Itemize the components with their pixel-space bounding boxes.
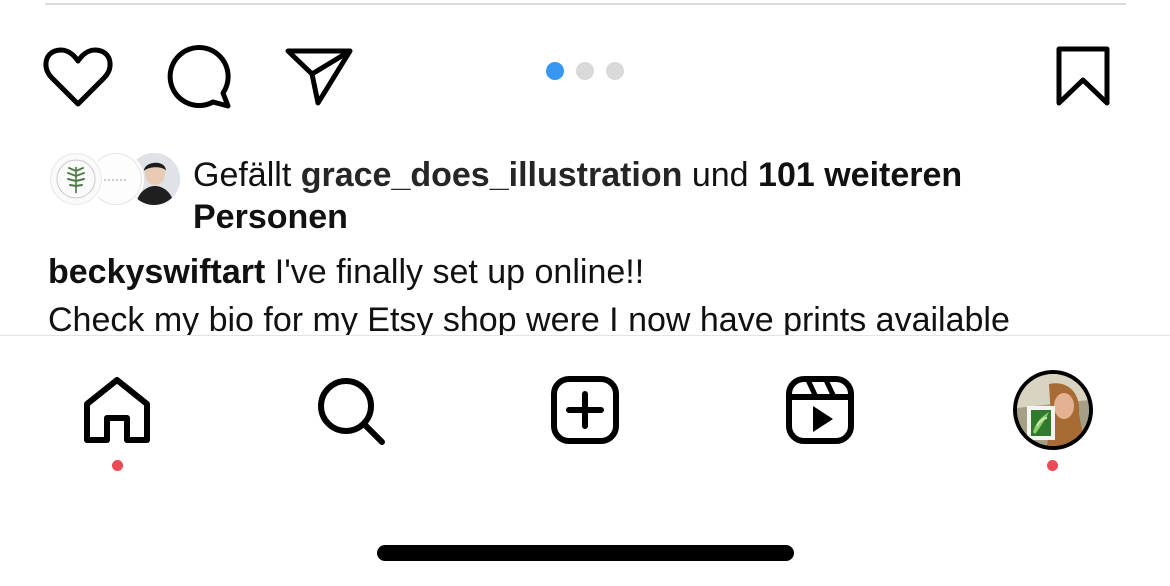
caption-line-2: Check my bio for my Etsy shop were I now… bbox=[48, 301, 1010, 339]
home-indicator[interactable] bbox=[377, 545, 794, 561]
caption-username[interactable]: beckyswiftart bbox=[48, 253, 265, 291]
likes-prefix: Gefällt bbox=[193, 156, 292, 194]
search-icon[interactable] bbox=[316, 378, 386, 446]
profile-notification-dot bbox=[1047, 460, 1058, 471]
caption-line-1: I've finally set up online!! bbox=[274, 253, 645, 291]
carousel-dot-active bbox=[546, 62, 564, 80]
carousel-indicator bbox=[546, 62, 624, 80]
likes-connector: und bbox=[691, 156, 749, 194]
bookmark-icon[interactable] bbox=[1055, 46, 1111, 108]
heart-icon[interactable] bbox=[43, 46, 113, 108]
avatar bbox=[48, 151, 104, 207]
comment-icon[interactable] bbox=[166, 45, 232, 109]
home-notification-dot bbox=[112, 460, 123, 471]
post-caption: beckyswiftart I've finally set up online… bbox=[48, 248, 1158, 344]
likes-summary[interactable]: Gefällt grace_does_illustration und 101 … bbox=[193, 154, 1093, 238]
liked-by-avatars[interactable] bbox=[48, 151, 182, 207]
top-divider bbox=[45, 3, 1126, 5]
reels-icon[interactable] bbox=[786, 376, 854, 444]
share-icon[interactable] bbox=[285, 47, 353, 106]
likes-suffix[interactable]: Personen bbox=[193, 198, 348, 236]
likes-count[interactable]: 101 weiteren bbox=[758, 156, 962, 194]
carousel-dot bbox=[576, 62, 594, 80]
create-post-icon[interactable] bbox=[551, 376, 619, 444]
profile-photo bbox=[1017, 374, 1089, 446]
carousel-dot bbox=[606, 62, 624, 80]
profile-avatar[interactable] bbox=[1013, 370, 1093, 450]
home-icon[interactable] bbox=[83, 376, 151, 444]
liker-username[interactable]: grace_does_illustration bbox=[301, 156, 683, 194]
